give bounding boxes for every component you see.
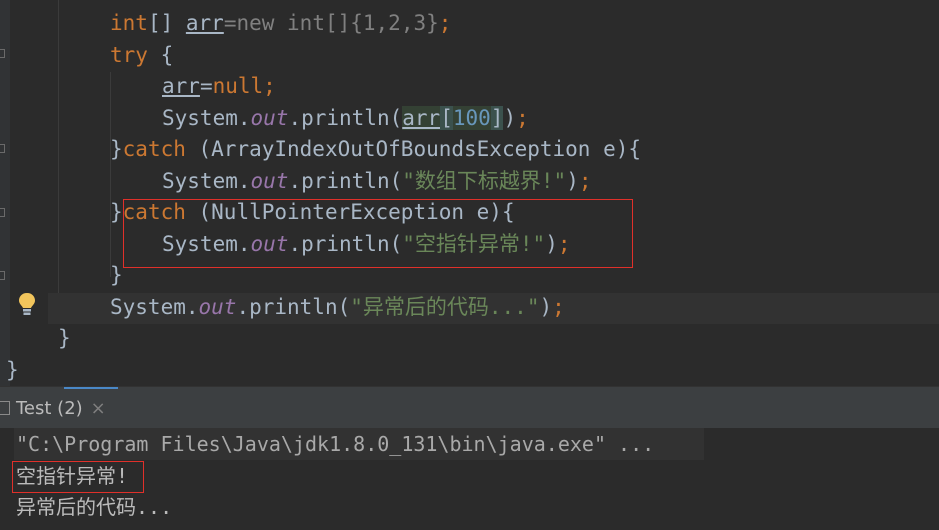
code-token: }: [6, 358, 19, 382]
fold-marker-icon[interactable]: [0, 208, 5, 217]
code-token: []: [147, 11, 186, 35]
code-line[interactable]: }: [58, 323, 71, 354]
highlight-box: [12, 461, 144, 493]
code-token: ;: [438, 11, 452, 35]
code-token: .println(: [236, 295, 351, 319]
code-token: System.: [162, 169, 251, 193]
number-token: 100: [452, 106, 491, 130]
code-line[interactable]: try {: [110, 40, 173, 71]
tab-label: Test (2): [16, 397, 83, 419]
code-token: .println(: [288, 169, 403, 193]
code-editor[interactable]: int[] arr=new int[]{1,2,3}; try { arr=nu…: [0, 0, 939, 386]
code-token: (ArrayIndexOutOfBoundsException e){: [185, 137, 642, 161]
tab-test-2[interactable]: Test (2) ×: [0, 393, 106, 423]
code-token: =: [223, 11, 237, 35]
field-token: out: [250, 169, 289, 193]
code-line[interactable]: arr=null;: [162, 71, 276, 102]
run-tab-bar: Test (2) ×: [0, 386, 939, 428]
unused-code-token: new int[]{1,2,3}: [236, 11, 439, 35]
keyword-token: catch: [122, 137, 186, 161]
field-token: out: [198, 295, 237, 319]
code-token: ): [566, 169, 579, 193]
string-token: "数组下标越界!": [402, 169, 567, 193]
indent-guide: [58, 0, 59, 322]
variable-token: arr: [162, 74, 200, 98]
keyword-token: null: [212, 74, 264, 98]
code-token: ]: [490, 106, 504, 130]
indent-guide: [110, 72, 111, 277]
code-token: }: [110, 263, 123, 287]
code-token: System.: [110, 295, 199, 319]
run-config-icon: [0, 401, 10, 415]
code-line[interactable]: }: [6, 355, 19, 386]
code-token: [: [440, 106, 453, 130]
field-token: out: [250, 106, 289, 130]
code-token: }: [58, 326, 71, 350]
code-line[interactable]: System.out.println(arr[100]);: [162, 103, 529, 134]
code-line[interactable]: int[] arr=new int[]{1,2,3};: [110, 8, 451, 39]
highlight-box: [123, 199, 633, 268]
fold-marker-icon[interactable]: [0, 271, 5, 280]
variable-token: arr: [402, 106, 441, 130]
code-token: ): [503, 106, 517, 130]
variable-token: arr: [185, 11, 224, 35]
lightbulb-icon[interactable]: [18, 292, 36, 318]
console-command-line: "C:\Program Files\Java\jdk1.8.0_131\bin\…: [16, 432, 655, 456]
code-token: ;: [516, 106, 529, 130]
code-token: .println(: [288, 106, 403, 130]
console-output-line: 异常后的代码...: [16, 495, 173, 519]
code-line[interactable]: }: [110, 260, 123, 291]
close-icon[interactable]: ×: [91, 398, 106, 419]
code-line[interactable]: System.out.println("异常后的代码...");: [110, 292, 565, 323]
tab-accent: [64, 387, 118, 389]
fold-marker-icon[interactable]: [0, 144, 5, 153]
code-token: }: [110, 200, 123, 224]
keyword-token: int: [110, 11, 148, 35]
code-line[interactable]: System.out.println("数组下标越界!");: [162, 166, 592, 197]
code-token: System.: [162, 106, 251, 130]
string-token: "异常后的代码...": [350, 295, 540, 319]
code-token: {: [147, 43, 174, 67]
code-token: }: [110, 137, 123, 161]
fold-marker-icon[interactable]: [0, 49, 5, 58]
code-line[interactable]: }catch (ArrayIndexOutOfBoundsException e…: [110, 134, 641, 165]
code-token: ;: [578, 169, 592, 193]
code-token: =: [199, 74, 213, 98]
code-token: ): [539, 295, 553, 319]
code-token: ;: [263, 74, 276, 98]
keyword-token: try: [110, 43, 148, 67]
code-token: ;: [552, 295, 565, 319]
